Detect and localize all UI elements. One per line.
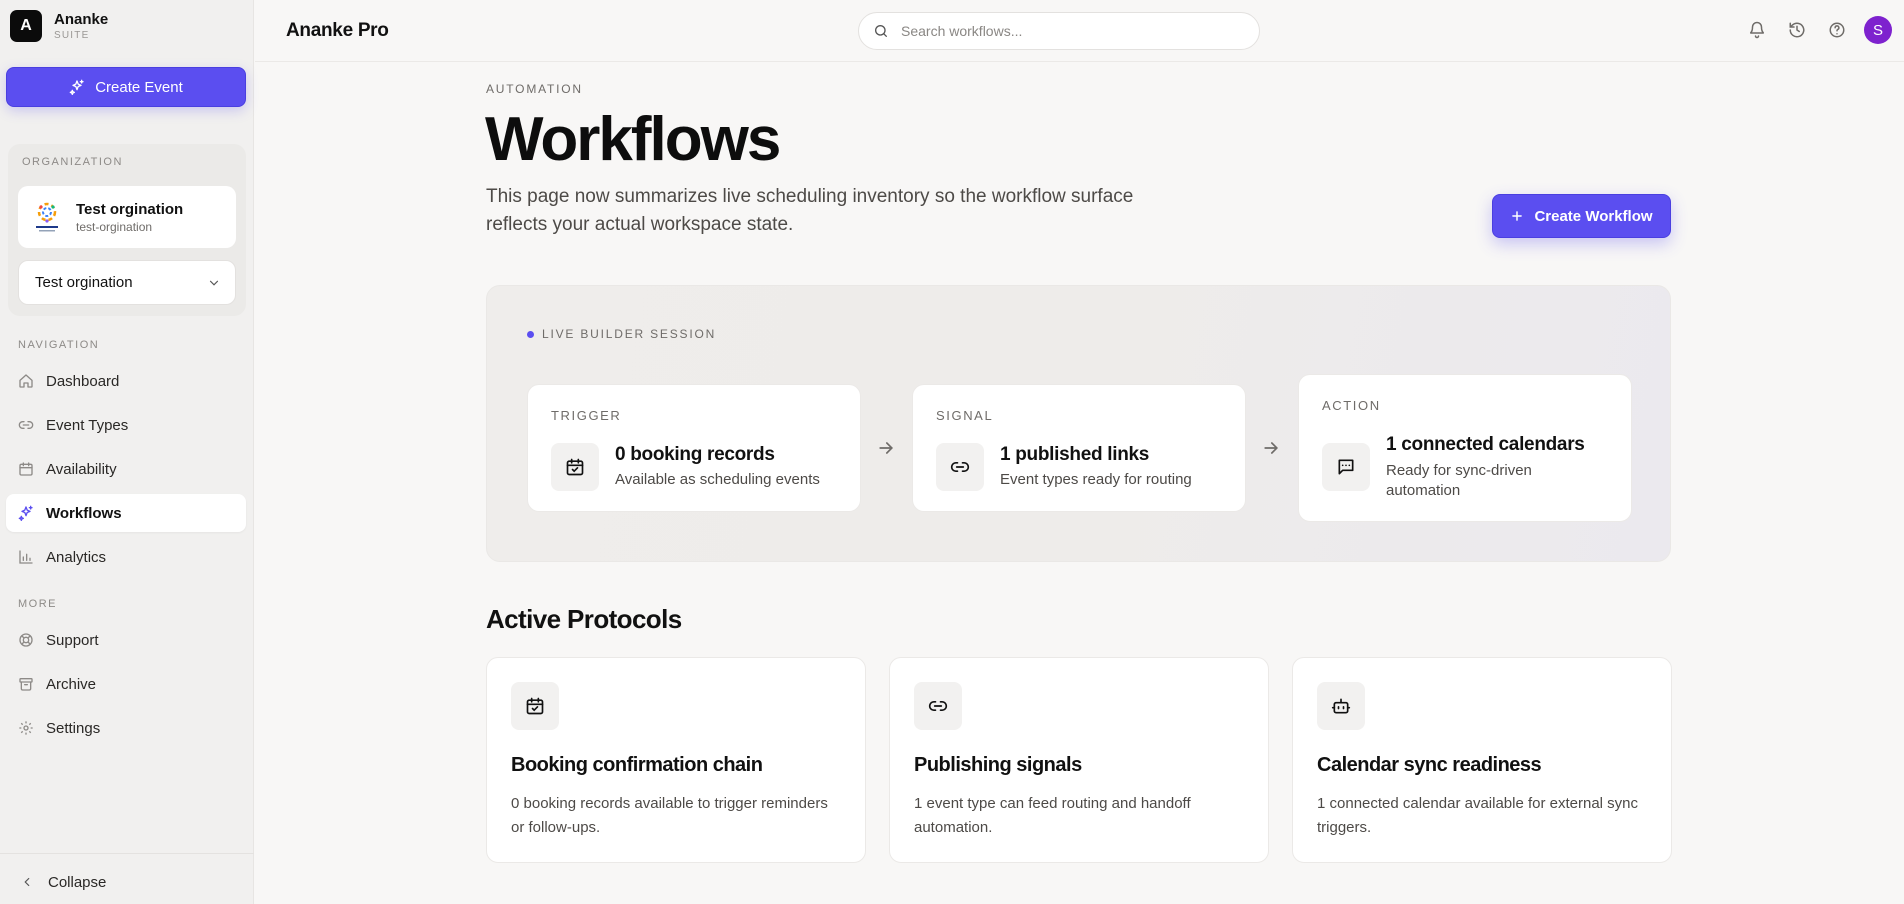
flow-card-subtitle: Event types ready for routing xyxy=(1000,471,1192,488)
flow-card-title: 1 connected calendars xyxy=(1386,434,1585,455)
home-icon xyxy=(18,373,34,389)
app-title: Ananke Pro xyxy=(286,20,389,41)
arrow-right-icon xyxy=(876,438,896,458)
flow-card-title: 0 booking records xyxy=(615,444,775,465)
archive-icon xyxy=(18,676,34,692)
flow-card-signal[interactable]: SIGNAL 1 published links Event types rea… xyxy=(912,384,1246,512)
protocol-card-title: Publishing signals xyxy=(914,754,1082,776)
gear-icon xyxy=(18,720,34,736)
sidebar-item-label: Availability xyxy=(46,460,117,478)
sparkle-icon xyxy=(69,79,85,95)
flow-card-action[interactable]: ACTION 1 connected calendars Ready for s… xyxy=(1298,374,1632,522)
search-input[interactable] xyxy=(901,23,1221,39)
search-bar[interactable] xyxy=(858,12,1260,50)
protocol-card-publishing[interactable]: Publishing signals 1 event type can feed… xyxy=(889,657,1269,863)
session-label: LIVE BUILDER SESSION xyxy=(527,327,716,341)
organization-slug: test-orgination xyxy=(76,219,153,234)
flow-card-kicker: SIGNAL xyxy=(936,408,994,423)
organization-name: Test orgination xyxy=(76,200,184,218)
link-icon xyxy=(18,417,34,433)
organization-card[interactable]: Test orgination test-orgination xyxy=(18,186,236,248)
plus-icon xyxy=(1510,209,1524,223)
chevron-left-icon xyxy=(20,875,34,889)
live-builder-session: LIVE BUILDER SESSION TRIGGER 0 booking r… xyxy=(486,285,1671,562)
create-workflow-button[interactable]: Create Workflow xyxy=(1492,194,1671,238)
calendar-icon xyxy=(511,682,559,730)
page-description: This page now summarizes live scheduling… xyxy=(486,186,1134,235)
calendar-icon xyxy=(551,443,599,491)
brand-logo: A xyxy=(10,10,42,42)
more-section-label: MORE xyxy=(18,598,57,610)
page-eyebrow: AUTOMATION xyxy=(486,82,583,96)
sidebar-item-event-types[interactable]: Event Types xyxy=(6,406,246,444)
calendar-icon xyxy=(18,461,34,477)
sidebar-divider xyxy=(0,853,254,854)
brand[interactable]: A Ananke SUITE xyxy=(10,10,108,42)
organization-select[interactable]: Test orgination xyxy=(18,260,236,305)
sidebar-item-label: Workflows xyxy=(46,504,122,522)
protocol-card-description: 1 event type can feed routing and handof… xyxy=(914,795,1191,836)
sidebar: A Ananke SUITE Create Event ORGANIZATION xyxy=(0,0,254,904)
protocol-card-title: Calendar sync readiness xyxy=(1317,754,1542,776)
protocol-card-calendar-sync[interactable]: Calendar sync readiness 1 connected cale… xyxy=(1292,657,1672,863)
sidebar-item-dashboard[interactable]: Dashboard xyxy=(6,362,246,400)
organization-section-label: ORGANIZATION xyxy=(22,156,123,168)
flow-card-kicker: ACTION xyxy=(1322,398,1381,413)
sidebar-item-label: Support xyxy=(46,631,99,649)
protocol-card-description: 1 connected calendar available for exter… xyxy=(1317,795,1639,836)
sidebar-item-support[interactable]: Support xyxy=(6,621,246,659)
collapse-button[interactable]: Collapse xyxy=(6,862,246,902)
create-workflow-label: Create Workflow xyxy=(1534,207,1653,225)
sparkle-icon xyxy=(18,505,34,521)
link-icon xyxy=(914,682,962,730)
protocol-card-description: 0 booking records available to trigger r… xyxy=(511,795,828,836)
sidebar-item-analytics[interactable]: Analytics xyxy=(6,538,246,576)
brand-name: Ananke xyxy=(54,11,109,28)
user-avatar[interactable]: S xyxy=(1864,16,1892,44)
bar-chart-icon xyxy=(18,549,34,565)
page-title: Workflows xyxy=(485,105,781,174)
topbar-actions: S xyxy=(1748,16,1892,44)
create-event-label: Create Event xyxy=(95,78,183,96)
navigation-section-label: NAVIGATION xyxy=(18,339,100,351)
help-icon[interactable] xyxy=(1828,21,1846,39)
sidebar-item-workflows[interactable]: Workflows xyxy=(6,494,246,532)
sidebar-item-availability[interactable]: Availability xyxy=(6,450,246,488)
link-icon xyxy=(936,443,984,491)
arrow-right-icon xyxy=(1261,438,1281,458)
sidebar-item-label: Analytics xyxy=(46,548,107,566)
bell-icon[interactable] xyxy=(1748,21,1766,39)
flow-card-subtitle: Ready for sync-driven automation xyxy=(1386,462,1532,499)
session-label-text: LIVE BUILDER SESSION xyxy=(542,327,717,341)
live-dot-icon xyxy=(527,330,534,338)
organization-logo xyxy=(32,200,62,234)
sidebar-item-archive[interactable]: Archive xyxy=(6,665,246,703)
flow-card-subtitle: Available as scheduling events xyxy=(615,471,820,488)
create-event-button[interactable]: Create Event xyxy=(6,67,246,107)
topbar: Ananke Pro S xyxy=(255,0,1904,62)
collapse-label: Collapse xyxy=(48,873,107,891)
message-icon xyxy=(1322,443,1370,491)
brand-subtitle: SUITE xyxy=(54,30,90,41)
bot-icon xyxy=(1317,682,1365,730)
organization-panel: ORGANIZATION Test orgination test-orgina… xyxy=(8,144,246,316)
search-icon xyxy=(873,23,889,39)
organization-select-value: Test orgination xyxy=(35,274,133,291)
history-icon[interactable] xyxy=(1788,21,1806,39)
protocol-card-title: Booking confirmation chain xyxy=(511,754,763,776)
flow-card-title: 1 published links xyxy=(1000,444,1150,465)
sidebar-item-label: Event Types xyxy=(46,416,129,434)
sidebar-item-label: Archive xyxy=(46,675,97,693)
sidebar-item-label: Settings xyxy=(46,719,101,737)
active-protocols-title: Active Protocols xyxy=(486,604,682,634)
protocol-card-booking[interactable]: Booking confirmation chain 0 booking rec… xyxy=(486,657,866,863)
lifebuoy-icon xyxy=(18,632,34,648)
flow-card-kicker: TRIGGER xyxy=(551,408,622,423)
chevron-down-icon xyxy=(207,276,221,290)
sidebar-item-label: Dashboard xyxy=(46,372,120,390)
sidebar-item-settings[interactable]: Settings xyxy=(6,709,246,747)
flow-card-trigger[interactable]: TRIGGER 0 booking records Available as s… xyxy=(527,384,861,512)
